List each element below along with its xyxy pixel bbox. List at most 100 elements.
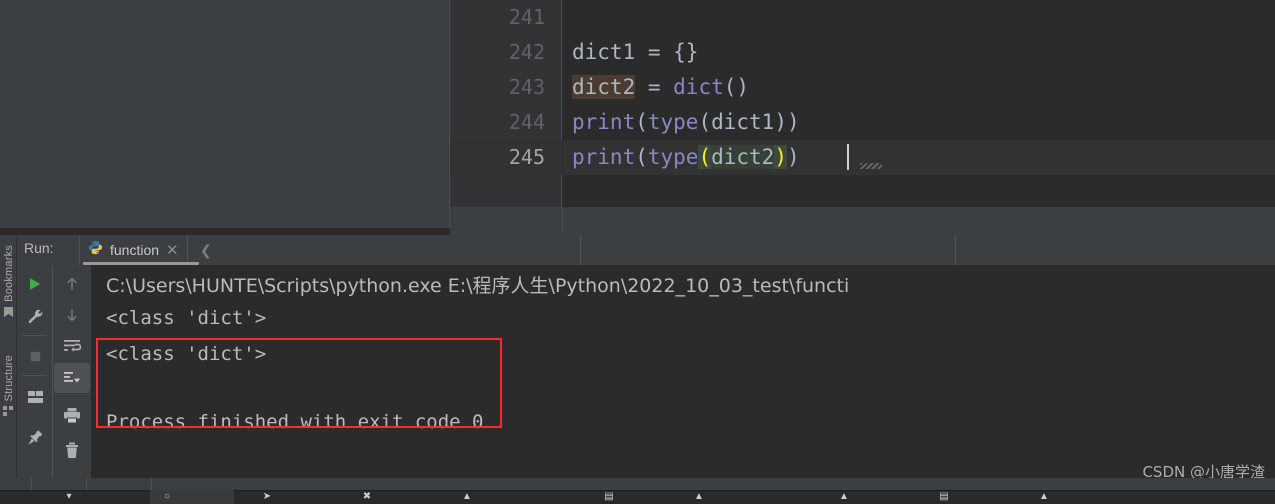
taskbar-icon-2[interactable]: ○: [158, 490, 176, 504]
console-command-line: C:\Users\HUNTE\Scripts\python.exe E:\程序人…: [106, 275, 850, 297]
python-icon: [88, 240, 103, 260]
gutter-line-244: 244: [508, 110, 545, 134]
text-caret: [847, 144, 849, 170]
gutter-line-243: 243: [508, 75, 545, 99]
error-squiggle: [860, 163, 882, 169]
run-tool-header: Run: function ✕ ❮: [17, 235, 1275, 265]
taskbar-icon-10[interactable]: ▲: [1035, 490, 1053, 504]
editor-bottom-gutter-notch: [450, 207, 563, 235]
run-toolbar-secondary: [54, 265, 90, 504]
run-window-label: Run:: [24, 240, 54, 256]
toolbar-divider-1: [23, 335, 47, 336]
code-line-242[interactable]: dict1 = {}: [563, 35, 698, 70]
taskbar-icon-1[interactable]: ▾: [60, 490, 78, 504]
next-occurrence-button[interactable]: [54, 300, 90, 330]
code-token-empty-braces: {}: [673, 40, 699, 64]
code-token-parens: (): [723, 75, 750, 99]
code-line-244[interactable]: print(type(dict1)): [563, 105, 800, 140]
bookmark-icon: [3, 305, 14, 323]
clear-all-button[interactable]: [54, 435, 90, 465]
code-token-dict2-arg: dict2: [711, 145, 775, 169]
code-token-print-1: print: [572, 110, 636, 134]
run-tab-function[interactable]: function ✕: [79, 235, 188, 265]
os-taskbar: ▾ ○ ➤ ✖ ▲ ▤ ▲ ▲ ▤ ▲: [0, 490, 1275, 504]
header-separator-2: [955, 235, 956, 265]
status-cell-1[interactable]: [0, 478, 32, 490]
code-token-close-2: ): [786, 145, 800, 169]
left-empty-panel-inner: [16, 0, 449, 228]
code-token-type-2: type: [647, 145, 699, 169]
run-tool-window: Run: function ✕ ❮ C:\Users\HUNTE\Scripts…: [17, 235, 1275, 504]
structure-icon: [3, 404, 14, 422]
arrow-up-icon: [67, 277, 77, 290]
editor-bottom-strip: [450, 207, 1275, 235]
code-token-dict-call: dict: [673, 75, 724, 99]
soft-wrap-button[interactable]: [54, 331, 90, 361]
scroll-to-end-icon: [64, 371, 81, 383]
code-token-open-1: (: [635, 110, 648, 134]
console-exit-line: Process finished with exit code 0: [106, 411, 484, 433]
status-cell-2[interactable]: [33, 478, 87, 490]
code-token-open-3: (: [635, 145, 648, 169]
pin-tab-button[interactable]: [17, 422, 53, 452]
gutter-line-242: 242: [508, 40, 545, 64]
code-token-matching-close-paren: ): [774, 145, 787, 169]
code-token-open-2: (: [698, 110, 712, 134]
taskbar-icon-4[interactable]: ✖: [358, 490, 376, 504]
console-output-line-1: <class 'dict'>: [106, 307, 267, 329]
taskbar-icon-8[interactable]: ▲: [835, 490, 853, 504]
run-console-output[interactable]: C:\Users\HUNTE\Scripts\python.exe E:\程序人…: [91, 265, 1275, 504]
sidebar-item-bookmarks[interactable]: Bookmarks: [0, 245, 17, 326]
soft-wrap-icon: [64, 340, 81, 352]
run-toolbar-primary: [17, 265, 53, 504]
ide-status-bar: [0, 478, 1275, 490]
code-content[interactable]: dict1 = {} dict2 = dict() print(type(dic…: [563, 0, 1275, 207]
gutter-line-245: 245: [508, 145, 545, 169]
status-cell-3[interactable]: [88, 478, 152, 490]
layout-button[interactable]: [17, 382, 53, 412]
editor-region: 241 242 243 244 245 dict1 = {} dict2 = d…: [0, 0, 1275, 235]
left-empty-panel: [0, 0, 450, 228]
stop-button[interactable]: [17, 341, 53, 371]
printer-icon: [64, 407, 80, 423]
code-editor[interactable]: 241 242 243 244 245 dict1 = {} dict2 = d…: [450, 0, 1275, 207]
code-token-assign: =: [635, 40, 674, 64]
prev-occurrence-button[interactable]: [54, 269, 90, 299]
taskbar-icon-6[interactable]: ▤: [600, 490, 618, 504]
taskbar-icon-5[interactable]: ▲: [458, 490, 476, 504]
stop-icon: [30, 351, 40, 361]
edit-configurations-button[interactable]: [17, 301, 53, 331]
close-icon[interactable]: ✕: [166, 243, 179, 258]
wrench-icon: [28, 309, 42, 323]
code-token-dict1: dict1: [572, 40, 636, 64]
code-line-243[interactable]: dict2 = dict(): [563, 70, 749, 105]
sidebar-item-structure-label: Structure: [2, 355, 15, 402]
play-icon: [30, 278, 40, 290]
code-line-241[interactable]: [563, 0, 572, 35]
code-line-245[interactable]: print(type(dict2)): [563, 140, 800, 175]
taskbar-icon-7[interactable]: ▲: [690, 490, 708, 504]
layout-icon: [27, 390, 43, 403]
editor-gutter[interactable]: 241 242 243 244 245: [450, 0, 562, 207]
pycharm-window: 241 242 243 244 245 dict1 = {} dict2 = d…: [0, 0, 1275, 504]
pin-icon: [27, 429, 42, 445]
taskbar-icon-3[interactable]: ➤: [258, 490, 276, 504]
sidebar-item-bookmarks-label: Bookmarks: [2, 245, 15, 302]
console-output-line-2: <class 'dict'>: [106, 343, 267, 365]
code-token-assign-2: =: [635, 75, 674, 99]
print-button[interactable]: [54, 400, 90, 430]
run-tab-label: function: [110, 242, 160, 258]
run-tool-body: C:\Users\HUNTE\Scripts\python.exe E:\程序人…: [17, 265, 1275, 504]
code-token-dict2-occurrence: dict2: [572, 75, 636, 99]
gutter-line-241: 241: [508, 5, 545, 29]
scroll-to-end-button[interactable]: [54, 363, 90, 393]
chevron-left-icon[interactable]: ❮: [200, 242, 212, 259]
trash-icon: [66, 442, 78, 458]
code-token-matching-open-paren: (: [698, 145, 712, 169]
sidebar-item-structure[interactable]: Structure: [0, 355, 17, 425]
code-token-dict1-arg: dict1: [711, 110, 775, 134]
code-token-close-1: )): [774, 110, 800, 134]
code-token-type-1: type: [647, 110, 699, 134]
taskbar-icon-9[interactable]: ▤: [935, 490, 953, 504]
rerun-button[interactable]: [17, 269, 53, 299]
